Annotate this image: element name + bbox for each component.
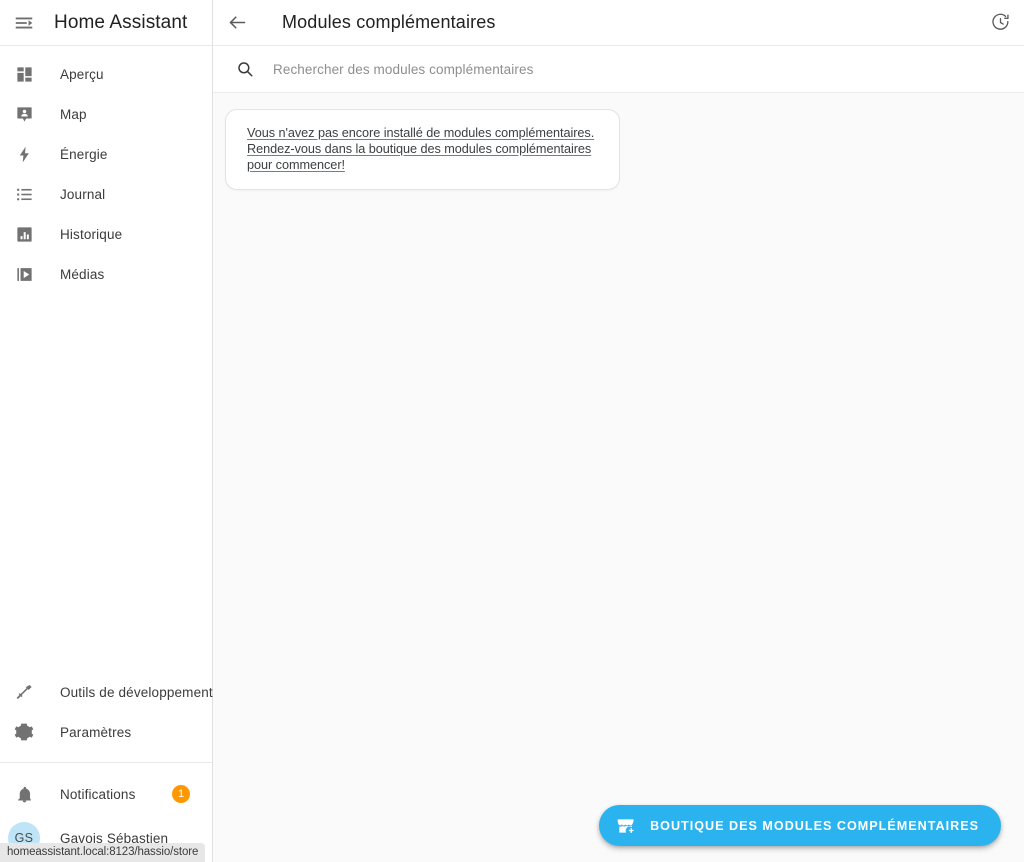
view-dashboard-icon bbox=[0, 65, 48, 84]
hammer-icon bbox=[0, 683, 48, 702]
arrow-left-icon[interactable] bbox=[213, 0, 261, 46]
menu-open-icon[interactable] bbox=[0, 0, 48, 46]
status-bar-url: homeassistant.local:8123/hassio/store bbox=[0, 843, 206, 862]
sidebar-item-developer-tools[interactable]: Outils de développement bbox=[0, 672, 213, 712]
sidebar-item-label: Aperçu bbox=[60, 66, 104, 82]
sidebar-item-label: Paramètres bbox=[60, 724, 132, 740]
sidebar-item-medias[interactable]: Médias bbox=[0, 254, 212, 294]
reload-clock-icon[interactable] bbox=[976, 0, 1024, 46]
empty-state-card: Vous n'avez pas encore installé de modul… bbox=[225, 109, 620, 190]
play-box-icon bbox=[0, 265, 48, 284]
store-plus-icon bbox=[616, 816, 636, 836]
cog-icon bbox=[0, 722, 48, 742]
sidebar-item-label: Journal bbox=[60, 186, 106, 202]
notification-badge: 1 bbox=[172, 785, 190, 803]
sidebar-nav: Aperçu Map Énergie Journal Historique Mé… bbox=[0, 46, 212, 294]
content-area: Vous n'avez pas encore installé de modul… bbox=[213, 93, 1024, 862]
menu-open-icon-glyph bbox=[15, 17, 33, 28]
sidebar-item-notifications[interactable]: Notifications 1 bbox=[0, 774, 212, 814]
main-panel: Modules complémentaires Vous n bbox=[213, 0, 1024, 862]
sidebar-item-apercu[interactable]: Aperçu bbox=[0, 54, 212, 94]
lightning-bolt-icon bbox=[0, 145, 48, 164]
page-title: Modules complémentaires bbox=[282, 12, 496, 32]
bell-icon bbox=[0, 785, 48, 804]
sidebar-item-label: Énergie bbox=[60, 146, 108, 162]
sidebar-item-label: Map bbox=[60, 106, 87, 122]
addon-store-button-label: BOUTIQUE DES MODULES COMPLÉMENTAIRES bbox=[650, 818, 979, 833]
sidebar-item-historique[interactable]: Historique bbox=[0, 214, 212, 254]
sidebar-item-settings[interactable]: Paramètres bbox=[0, 712, 212, 752]
addon-store-button[interactable]: BOUTIQUE DES MODULES COMPLÉMENTAIRES bbox=[599, 805, 1001, 846]
sidebar-item-label: Outils de développement bbox=[60, 684, 213, 700]
sidebar-bottom-tools: Outils de développement Paramètres bbox=[0, 672, 213, 762]
app-root: Home Assistant Aperçu Map Énergie Journa… bbox=[0, 0, 1024, 862]
sidebar-item-map[interactable]: Map bbox=[0, 94, 212, 134]
app-title: Home Assistant bbox=[54, 11, 188, 33]
sidebar-header: Home Assistant bbox=[0, 0, 212, 46]
sidebar-item-label: Notifications bbox=[60, 786, 136, 802]
sidebar-item-label: Historique bbox=[60, 226, 123, 242]
search-icon bbox=[236, 60, 254, 78]
sidebar-item-journal[interactable]: Journal bbox=[0, 174, 212, 214]
sidebar-item-energie[interactable]: Énergie bbox=[0, 134, 212, 174]
search-input[interactable] bbox=[271, 60, 831, 78]
toolbar: Modules complémentaires bbox=[213, 0, 1024, 46]
map-marker-account-icon bbox=[0, 105, 48, 124]
chart-box-icon bbox=[0, 225, 48, 244]
sidebar: Home Assistant Aperçu Map Énergie Journa… bbox=[0, 0, 213, 862]
sidebar-item-label: Médias bbox=[60, 266, 105, 282]
empty-state-link[interactable]: Vous n'avez pas encore installé de modul… bbox=[247, 125, 603, 173]
format-list-bulleted-icon bbox=[0, 185, 48, 204]
search-bar bbox=[213, 46, 1024, 93]
